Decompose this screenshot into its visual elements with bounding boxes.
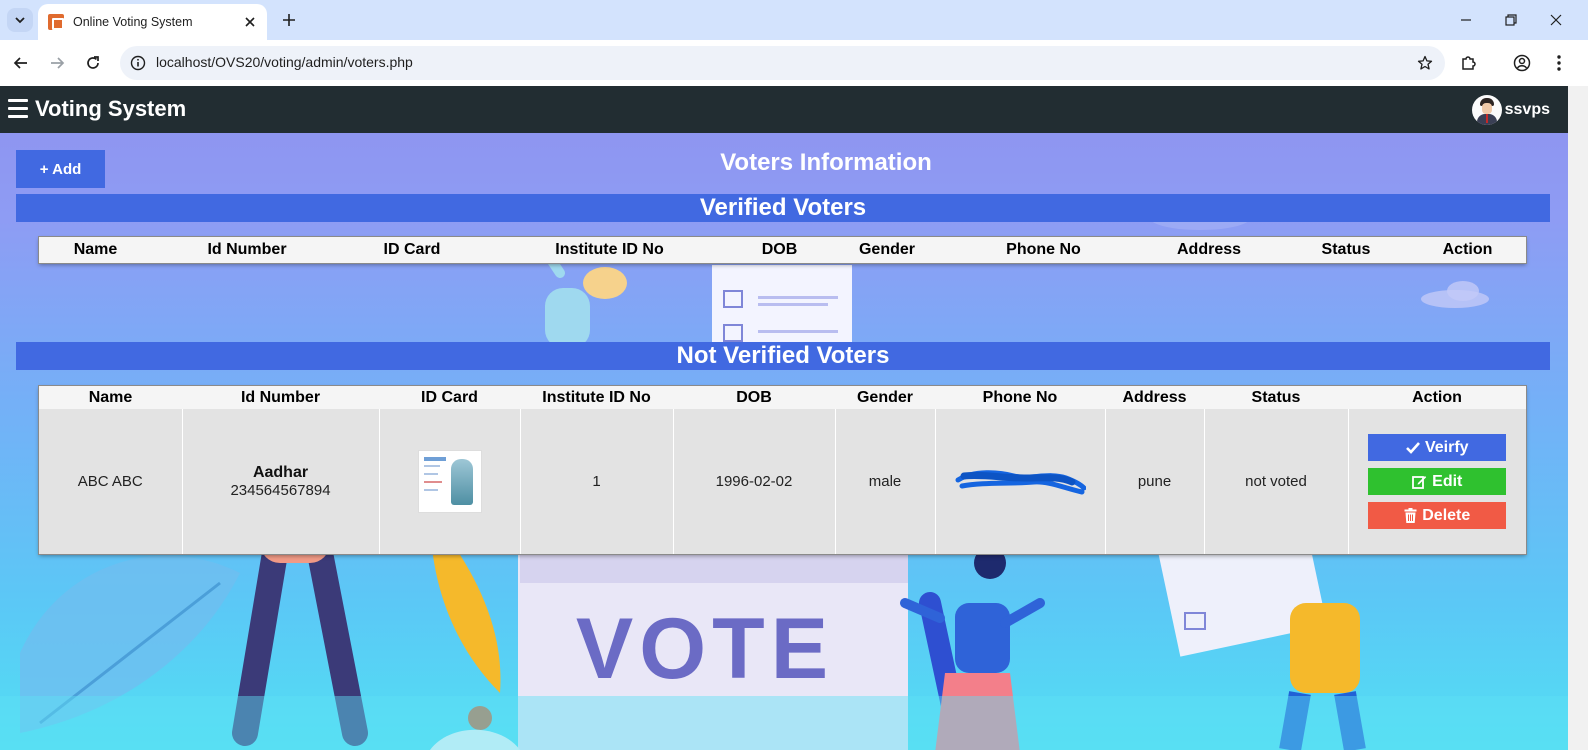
browser-tabstrip: Online Voting System: [0, 0, 1588, 40]
restore-icon: [1505, 14, 1517, 26]
col-header-status[interactable]: Status: [1283, 237, 1409, 263]
col-header-institute-id[interactable]: Institute ID No: [520, 386, 673, 409]
col-header-phone[interactable]: Phone No: [935, 386, 1105, 409]
close-icon: [245, 17, 255, 27]
reload-icon: [87, 56, 99, 69]
browser-menu-button[interactable]: [1546, 50, 1572, 76]
edit-label: Edit: [1432, 472, 1463, 490]
reload-button[interactable]: [80, 50, 106, 76]
vote-text: VOTE: [576, 601, 834, 697]
forward-button[interactable]: [44, 50, 70, 76]
col-header-dob[interactable]: DOB: [737, 237, 822, 263]
puzzle-icon: [1462, 56, 1476, 70]
address-bar[interactable]: localhost/OVS20/voting/admin/voters.php: [120, 46, 1445, 80]
voter-actions-cell: Veirfy Edit Delete: [1347, 409, 1526, 554]
close-icon: [1550, 14, 1562, 26]
more-vertical-icon: [1557, 55, 1561, 71]
voter-name: ABC ABC: [39, 409, 182, 554]
url-text[interactable]: localhost/OVS20/voting/admin/voters.php: [156, 54, 413, 70]
col-header-id-card[interactable]: ID Card: [342, 237, 482, 263]
verify-label: Veirfy: [1424, 438, 1469, 456]
col-header-address[interactable]: Address: [1135, 237, 1283, 263]
id-card-thumbnail[interactable]: [417, 450, 482, 513]
col-header-address[interactable]: Address: [1105, 386, 1204, 409]
voter-status: not voted: [1203, 409, 1348, 554]
back-button[interactable]: [8, 50, 34, 76]
extensions-button[interactable]: [1456, 50, 1482, 76]
user-menu[interactable]: ssvps: [1471, 95, 1550, 125]
profile-icon: [1513, 54, 1531, 72]
bookmark-button[interactable]: [1415, 53, 1435, 73]
col-header-phone[interactable]: Phone No: [952, 237, 1135, 263]
col-header-name[interactable]: Name: [39, 386, 182, 409]
profile-button[interactable]: [1509, 50, 1535, 76]
unverified-voters-table: Name Id Number ID Card Institute ID No D…: [39, 386, 1526, 554]
table-row: ABC ABC Aadhar 234564567894 1 1996-02-02…: [39, 409, 1526, 554]
browser-toolbar: localhost/OVS20/voting/admin/voters.php: [0, 40, 1588, 86]
col-header-gender[interactable]: Gender: [822, 237, 952, 263]
top-navbar: Voting System ssvps: [0, 86, 1568, 133]
minimize-icon: [1461, 19, 1471, 21]
voter-id-card-cell: [378, 409, 520, 554]
col-header-institute-id[interactable]: Institute ID No: [482, 237, 737, 263]
voter-gender: male: [834, 409, 935, 554]
tab-close-button[interactable]: [241, 13, 259, 31]
avatar: [1471, 95, 1502, 125]
site-info-button[interactable]: [128, 53, 148, 73]
arrow-right-icon: [51, 57, 65, 69]
redacted-phone-scribble: [955, 469, 1087, 494]
chevron-down-icon: [15, 17, 25, 24]
delete-label: Delete: [1422, 506, 1471, 524]
verified-header-row: Name Id Number ID Card Institute ID No D…: [39, 237, 1526, 263]
info-icon: [130, 55, 146, 71]
window-close-button[interactable]: [1543, 8, 1569, 32]
new-tab-button[interactable]: [278, 9, 300, 31]
xampp-favicon-icon: [48, 14, 64, 30]
tab-title: Online Voting System: [73, 15, 193, 29]
col-header-id-number[interactable]: Id Number: [182, 386, 379, 409]
voter-id-number-cell: Aadhar 234564567894: [181, 409, 379, 554]
menu-line: [8, 115, 28, 118]
col-header-gender[interactable]: Gender: [835, 386, 935, 409]
delete-button[interactable]: Delete: [1368, 502, 1507, 529]
menu-line: [8, 107, 28, 110]
voter-phone-cell: [934, 409, 1105, 554]
voter-institute-id: 1: [519, 409, 673, 554]
voter-id-number: 234564567894: [230, 482, 331, 499]
col-header-status[interactable]: Status: [1204, 386, 1348, 409]
unverified-header-row: Name Id Number ID Card Institute ID No D…: [39, 386, 1526, 409]
col-header-action[interactable]: Action: [1348, 386, 1526, 409]
trash-icon: [1404, 508, 1417, 523]
arrow-left-icon: [13, 57, 27, 69]
verified-voters-table: Name Id Number ID Card Institute ID No D…: [39, 237, 1526, 263]
brand-title[interactable]: Voting System: [35, 96, 186, 122]
col-header-id-card[interactable]: ID Card: [379, 386, 520, 409]
browser-tab-active[interactable]: Online Voting System: [38, 4, 267, 40]
check-icon: [1406, 441, 1420, 454]
page-title: Voters Information: [720, 149, 932, 176]
edit-icon: [1412, 476, 1427, 489]
star-icon: [1417, 55, 1433, 70]
edit-button[interactable]: Edit: [1368, 468, 1507, 495]
plus-icon: [283, 14, 295, 26]
verify-button[interactable]: Veirfy: [1368, 434, 1507, 461]
menu-line: [8, 99, 28, 102]
unverified-voters-heading: Not Verified Voters: [16, 342, 1550, 370]
voter-address: pune: [1104, 409, 1204, 554]
col-header-dob[interactable]: DOB: [673, 386, 835, 409]
voter-id-type: Aadhar: [252, 464, 309, 481]
restore-button[interactable]: [1498, 8, 1524, 32]
voter-dob: 1996-02-02: [672, 409, 835, 554]
username: ssvps: [1504, 101, 1550, 118]
minimize-button[interactable]: [1453, 8, 1479, 32]
page-viewport: VOTE Voting System ssvps + Add Voters In…: [0, 86, 1568, 750]
page-scrollbar[interactable]: [1568, 86, 1588, 750]
col-header-id-number[interactable]: Id Number: [152, 237, 342, 263]
verified-voters-heading: Verified Voters: [16, 194, 1550, 222]
tab-search-button[interactable]: [7, 8, 33, 32]
col-header-name[interactable]: Name: [39, 237, 152, 263]
hamburger-menu-icon[interactable]: [8, 99, 28, 119]
col-header-action[interactable]: Action: [1409, 237, 1526, 263]
